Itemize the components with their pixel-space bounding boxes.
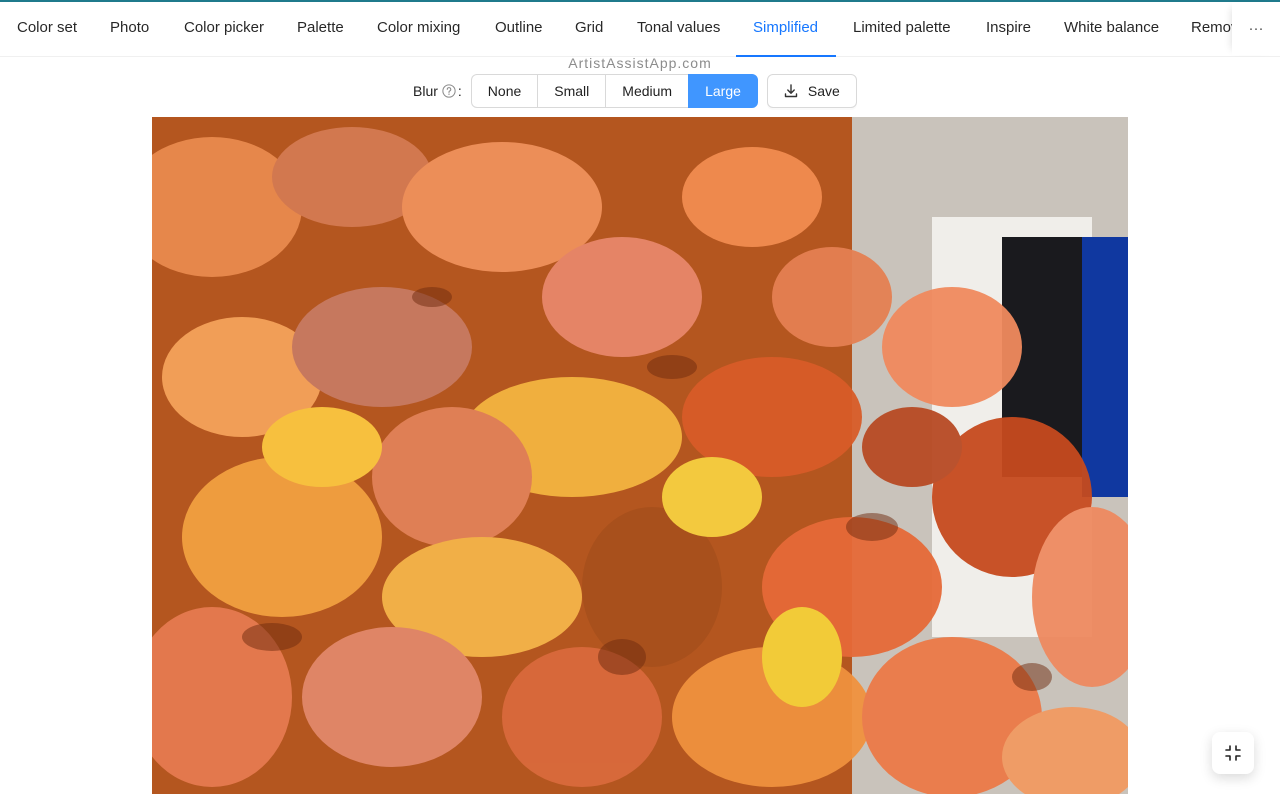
tab-color-picker[interactable]: Color picker bbox=[184, 2, 264, 55]
tab-color-mixing[interactable]: Color mixing bbox=[377, 2, 460, 55]
tab-list: Color set Photo Color picker Palette Col… bbox=[0, 2, 1232, 57]
download-icon bbox=[784, 84, 798, 98]
blur-option-small[interactable]: Small bbox=[537, 74, 606, 108]
blur-label: Blur bbox=[413, 83, 438, 99]
tab-remove-truncated[interactable]: Remov bbox=[1191, 2, 1232, 55]
compress-icon bbox=[1225, 745, 1241, 761]
save-button[interactable]: Save bbox=[766, 74, 857, 108]
blur-label-colon: : bbox=[457, 83, 462, 99]
blur-controls: Blur : None Small Medium Large Save bbox=[413, 74, 857, 108]
save-label: Save bbox=[807, 83, 840, 99]
tab-simplified[interactable]: Simplified bbox=[753, 2, 818, 55]
tab-grid[interactable]: Grid bbox=[575, 2, 603, 55]
blur-segmented-control: None Small Medium Large bbox=[470, 74, 758, 108]
tab-bar: Color set Photo Color picker Palette Col… bbox=[0, 2, 1280, 57]
exit-fullscreen-button[interactable] bbox=[1212, 732, 1254, 774]
tab-white-balance[interactable]: White balance bbox=[1064, 2, 1159, 55]
blur-option-large[interactable]: Large bbox=[688, 74, 758, 108]
autumn-leaves-image bbox=[152, 117, 1128, 794]
watermark: ArtistAssistApp.com bbox=[568, 55, 712, 71]
tab-outline[interactable]: Outline bbox=[495, 2, 543, 55]
tab-limited-palette[interactable]: Limited palette bbox=[853, 2, 951, 55]
tab-tonal-values[interactable]: Tonal values bbox=[637, 2, 720, 55]
ellipsis-icon: ··· bbox=[1248, 20, 1264, 37]
tab-photo[interactable]: Photo bbox=[110, 2, 149, 55]
blur-option-medium[interactable]: Medium bbox=[605, 74, 689, 108]
tab-color-set[interactable]: Color set bbox=[17, 2, 77, 55]
blur-option-none[interactable]: None bbox=[470, 74, 538, 108]
simplified-image bbox=[152, 117, 1128, 794]
more-tabs-button[interactable]: ··· bbox=[1232, 2, 1280, 55]
tab-palette[interactable]: Palette bbox=[297, 2, 344, 55]
tab-inspire[interactable]: Inspire bbox=[986, 2, 1031, 55]
question-circle-icon[interactable] bbox=[442, 84, 456, 98]
blur-label-group: Blur : bbox=[413, 83, 462, 99]
